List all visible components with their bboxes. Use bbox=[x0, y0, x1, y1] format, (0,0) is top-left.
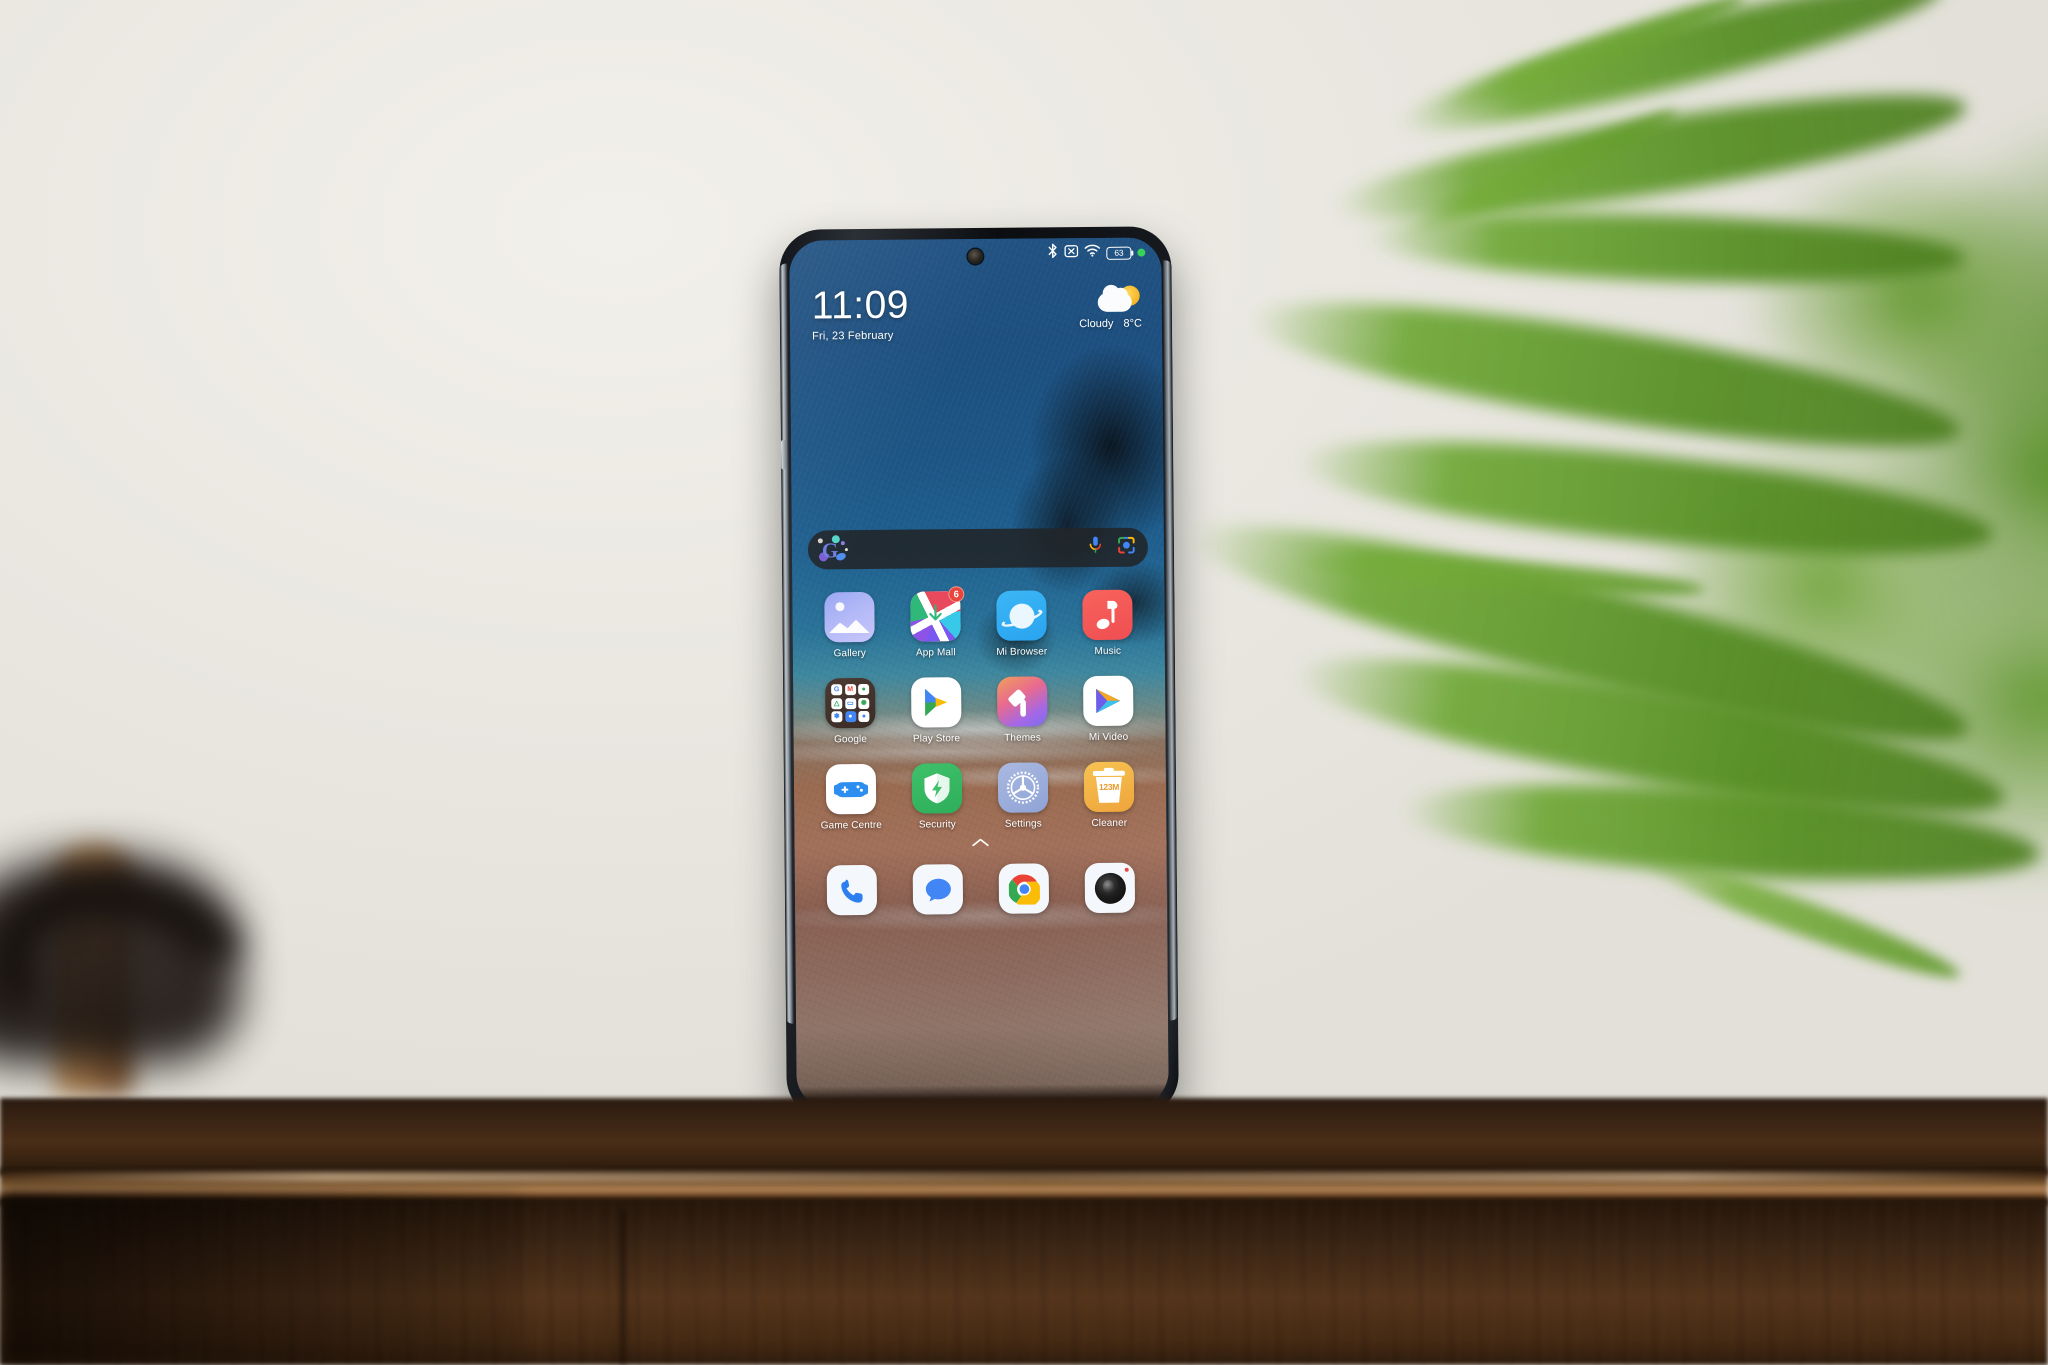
app-badge: 6 bbox=[948, 586, 965, 603]
weather-text: Cloudy 8°C bbox=[1079, 318, 1142, 331]
app-label: Settings bbox=[1004, 818, 1042, 830]
clock-widget[interactable]: 11:09 Fri, 23 February bbox=[811, 283, 910, 343]
play-store-icon bbox=[911, 677, 962, 728]
microphone-icon[interactable] bbox=[1089, 536, 1102, 559]
phone-side-button[interactable] bbox=[780, 439, 787, 470]
clock-date: Fri, 23 February bbox=[812, 329, 894, 343]
wifi-icon bbox=[1084, 244, 1101, 262]
app-game-centre[interactable]: Game Centre bbox=[808, 763, 895, 832]
app-label: Security bbox=[918, 819, 956, 831]
app-settings[interactable]: Settings bbox=[980, 762, 1067, 830]
recording-dot-icon bbox=[1137, 248, 1146, 257]
phone-screen[interactable]: 63 11:09 Fri, 23 February Cloudy 8°C G G… bbox=[789, 237, 1169, 1109]
cleaner-size: 123M bbox=[1098, 781, 1120, 792]
dock bbox=[809, 862, 1153, 916]
app-play-store[interactable]: Play Store bbox=[893, 677, 980, 745]
app-security[interactable]: Security bbox=[894, 763, 981, 831]
messages-icon[interactable] bbox=[912, 864, 964, 915]
google-g-logo: G bbox=[817, 534, 848, 563]
weather-temperature: 8°C bbox=[1123, 317, 1143, 330]
table-edge-highlight bbox=[0, 1172, 2048, 1182]
app-app-mall[interactable]: 6 App Mall bbox=[892, 586, 979, 659]
game-centre-icon bbox=[825, 763, 877, 815]
app-label: Play Store bbox=[912, 733, 961, 745]
table-top bbox=[0, 1098, 2048, 1176]
google-lens-icon[interactable] bbox=[1118, 536, 1135, 558]
photo-scene: 63 11:09 Fri, 23 February Cloudy 8°C G G… bbox=[0, 0, 2048, 1365]
chevron-up-icon[interactable] bbox=[971, 834, 989, 852]
app-label: Game Centre bbox=[820, 819, 882, 832]
app-music[interactable]: Music bbox=[1064, 589, 1151, 658]
themes-icon bbox=[997, 676, 1048, 727]
google-search-bar[interactable]: G bbox=[807, 527, 1149, 570]
app-label: Music bbox=[1094, 645, 1122, 657]
table-shadow bbox=[0, 1190, 520, 1365]
clock-time: 11:09 bbox=[811, 283, 910, 328]
partly-cloudy-icon bbox=[1096, 285, 1142, 316]
app-mi-video[interactable]: Mi Video bbox=[1065, 675, 1152, 743]
app-label: Google bbox=[834, 733, 868, 746]
app-cleaner[interactable]: 123M Cleaner bbox=[1066, 761, 1153, 829]
table-plank-seam bbox=[620, 1210, 626, 1365]
google-folder-icon: G M ● △ ▭ ✺ ✽ ● ● bbox=[825, 677, 876, 729]
gallery-icon bbox=[824, 591, 875, 643]
app-label: Mi Browser bbox=[996, 646, 1048, 658]
music-icon bbox=[1082, 589, 1133, 641]
app-gallery[interactable]: Gallery bbox=[806, 591, 893, 660]
chrome-icon[interactable] bbox=[998, 863, 1050, 914]
app-label: App Mall bbox=[915, 647, 956, 659]
mi-video-icon bbox=[1083, 675, 1134, 727]
bluetooth-icon bbox=[1047, 243, 1058, 263]
settings-icon bbox=[997, 762, 1049, 813]
battery-level: 63 bbox=[1114, 247, 1124, 258]
vibrate-icon bbox=[1064, 244, 1079, 263]
security-icon bbox=[911, 763, 963, 814]
battery-icon: 63 bbox=[1106, 246, 1132, 260]
camera-icon[interactable] bbox=[1084, 862, 1136, 914]
app-label: Gallery bbox=[833, 647, 867, 660]
weather-condition: Cloudy bbox=[1079, 317, 1114, 331]
app-label: Themes bbox=[1004, 732, 1041, 744]
smartphone-device: 63 11:09 Fri, 23 February Cloudy 8°C G G… bbox=[779, 226, 1179, 1120]
app-grid: Gallery 6 App Mall Mi Browser Music G M … bbox=[806, 586, 1153, 832]
status-bar: 63 bbox=[789, 237, 1161, 270]
app-label: Cleaner bbox=[1091, 817, 1128, 830]
cleaner-icon: 123M bbox=[1083, 761, 1135, 813]
app-google-folder[interactable]: G M ● △ ▭ ✺ ✽ ● ● Google bbox=[807, 677, 894, 746]
app-label: Mi Video bbox=[1088, 731, 1129, 744]
weather-widget[interactable]: Cloudy 8°C bbox=[1079, 285, 1142, 331]
mi-browser-icon bbox=[996, 590, 1047, 641]
app-themes[interactable]: Themes bbox=[979, 676, 1066, 744]
phone-icon[interactable] bbox=[826, 864, 878, 916]
app-mi-browser[interactable]: Mi Browser bbox=[978, 590, 1065, 658]
